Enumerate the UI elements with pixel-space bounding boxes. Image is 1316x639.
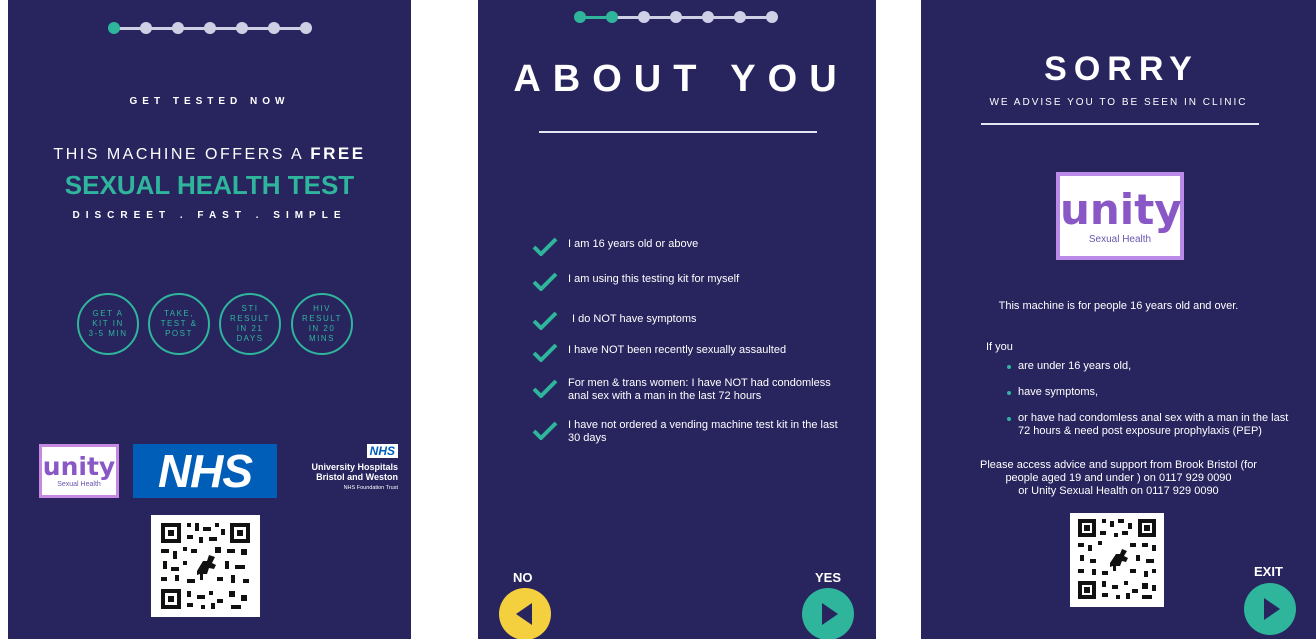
feature-circle-kit: GET A KIT IN 3-5 MIN	[77, 293, 139, 355]
page-title: ABOUT YOU	[513, 58, 849, 100]
progress-step	[606, 11, 618, 23]
progress-step	[670, 11, 682, 23]
no-label: NO	[513, 570, 533, 585]
if-you-label: If you	[986, 341, 1013, 353]
arrow-right-icon	[1264, 598, 1280, 620]
page-title: SORRY	[1044, 50, 1199, 88]
nhs-logo: NHS	[133, 444, 277, 498]
check-icon	[532, 237, 558, 256]
unity-logo: unity Sexual Health	[39, 444, 119, 498]
progress-step	[108, 22, 120, 34]
headline: SEXUAL HEALTH TEST	[64, 170, 355, 200]
progress-step	[574, 11, 586, 23]
page-subtitle: WE ADVISE YOU TO BE SEEN IN CLINIC	[989, 97, 1248, 108]
checklist: I am 16 years old or above I am using th…	[532, 234, 862, 454]
exit-label: EXIT	[1254, 564, 1283, 579]
trust-logo: NHS University Hospitals Bristol and Wes…	[311, 444, 398, 491]
tagline: DISCREET . FAST . SIMPLE	[72, 210, 347, 221]
progress-step	[300, 22, 312, 34]
title-divider	[539, 131, 817, 133]
progress-step	[268, 22, 280, 34]
no-button[interactable]	[499, 588, 551, 639]
offer-line: THIS MACHINE OFFERS A FREE	[8, 144, 411, 164]
offer-free: FREE	[310, 144, 366, 163]
qr-code-icon	[1070, 513, 1164, 607]
progress-step	[140, 22, 152, 34]
progress-step	[172, 22, 184, 34]
progress-step	[766, 11, 778, 23]
progress-step	[702, 11, 714, 23]
offer-prefix: THIS MACHINE OFFERS A	[53, 146, 304, 163]
advice-text: Please access advice and support from Br…	[980, 459, 1257, 497]
feature-circle-sti: STI RESULT IN 21 DAYS	[219, 293, 281, 355]
screen-get-tested: GET TESTED NOW THIS MACHINE OFFERS A FRE…	[8, 0, 411, 639]
progress-indicator	[108, 22, 316, 34]
yes-label: YES	[815, 570, 842, 585]
title-divider	[981, 123, 1259, 125]
progress-indicator	[574, 11, 782, 23]
progress-step	[734, 11, 746, 23]
screen-about-you: ABOUT YOU I am 16 years old or above I a…	[478, 0, 876, 639]
bullet-item: or have had condomless anal sex with a m…	[1007, 412, 1303, 438]
qr-code-icon	[151, 515, 260, 617]
check-icon	[532, 343, 558, 362]
check-icon	[532, 379, 558, 398]
progress-step	[204, 22, 216, 34]
feature-circle-hiv: HIV RESULT IN 20 MINS	[291, 293, 353, 355]
screen-header: GET TESTED NOW	[129, 96, 290, 107]
check-icon	[532, 311, 558, 330]
screen-sorry: SORRY WE ADVISE YOU TO BE SEEN IN CLINIC…	[921, 0, 1316, 639]
arrow-left-icon	[516, 603, 532, 625]
feature-circle-test: TAKE, TEST & POST	[148, 293, 210, 355]
exit-button[interactable]	[1244, 583, 1296, 635]
check-icon	[532, 272, 558, 291]
yes-button[interactable]	[802, 588, 854, 639]
progress-step	[638, 11, 650, 23]
bullet-item: have symptoms,	[1007, 386, 1298, 399]
unity-logo: unity Sexual Health	[1056, 172, 1184, 260]
arrow-right-icon	[822, 603, 838, 625]
bullet-item: are under 16 years old,	[1007, 360, 1298, 373]
check-icon	[532, 421, 558, 440]
progress-step	[236, 22, 248, 34]
intro-text: This machine is for people 16 years old …	[998, 300, 1239, 312]
